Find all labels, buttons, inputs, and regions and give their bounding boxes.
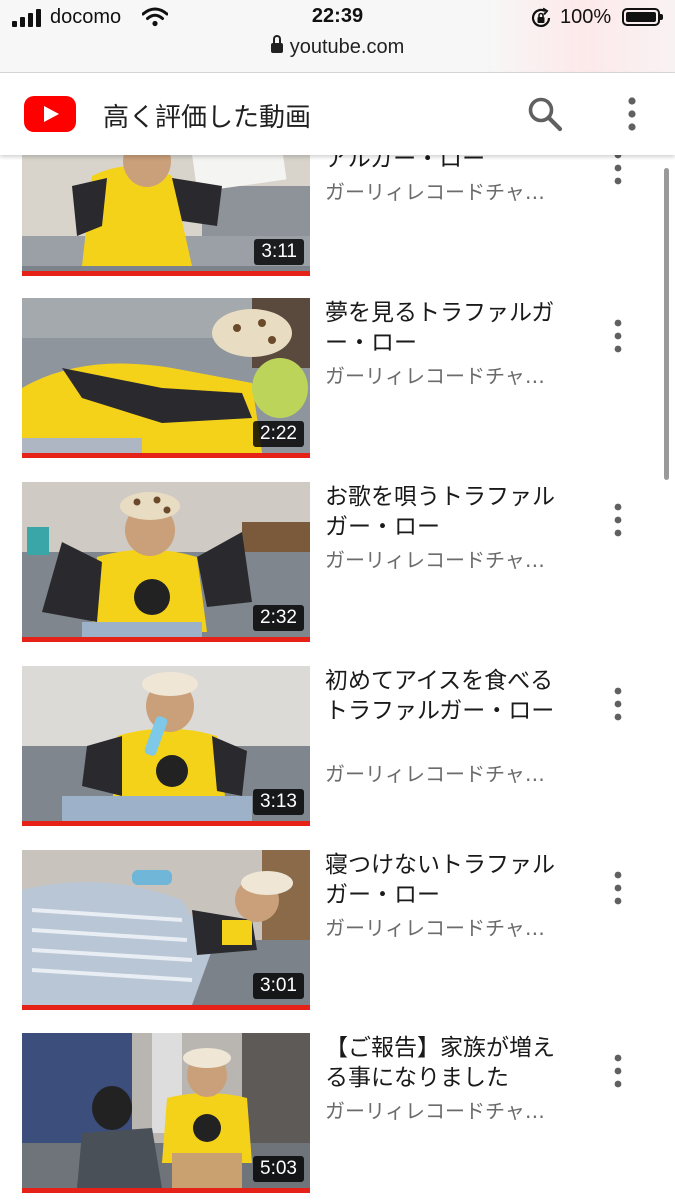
video-menu-icon[interactable] xyxy=(608,686,628,722)
video-title[interactable]: お歌を唄うトラファルガー・ロー xyxy=(325,482,565,542)
video-title[interactable]: 寝つけないトラファルガー・ロー xyxy=(325,850,565,910)
video-duration: 5:03 xyxy=(253,1156,304,1182)
app-header: 高く評価した動画 xyxy=(0,73,675,155)
padlock-icon xyxy=(270,35,283,54)
video-item[interactable]: 3:13 初めてアイスを食べるトラファルガー・ロー ガーリィレコードチャンネル xyxy=(0,666,660,826)
watch-progress-bar xyxy=(22,453,310,458)
youtube-logo-icon[interactable] xyxy=(24,96,76,132)
video-channel: ガーリィレコードチャンネル xyxy=(325,548,557,572)
video-item[interactable]: 2:22 夢を見るトラファルガー・ロー ガーリィレコードチャンネル xyxy=(0,298,660,458)
video-menu-icon[interactable] xyxy=(608,150,628,186)
video-item[interactable]: 2:32 お歌を唄うトラファルガー・ロー ガーリィレコードチャンネル xyxy=(0,482,660,642)
page-title: 高く評価した動画 xyxy=(103,103,312,133)
video-thumbnail[interactable]: 5:03 xyxy=(22,1033,310,1188)
video-duration: 2:22 xyxy=(253,421,304,447)
video-channel: ガーリィレコードチャンネル xyxy=(325,1099,557,1123)
video-channel: ガーリィレコードチャンネル xyxy=(325,916,557,940)
video-duration: 3:11 xyxy=(254,239,304,265)
video-thumbnail[interactable]: 3:13 xyxy=(22,666,310,821)
rotation-lock-icon xyxy=(531,7,551,27)
watch-progress-bar xyxy=(22,1188,310,1193)
vertical-dots-icon[interactable] xyxy=(618,93,646,135)
video-title[interactable]: 夢を見るトラファルガー・ロー xyxy=(325,298,565,358)
search-icon[interactable] xyxy=(526,95,564,133)
url-text[interactable]: youtube.com xyxy=(290,36,405,58)
video-item[interactable]: 5:03 【ご報告】家族が増える事になりました ガーリィレコードチャンネル xyxy=(0,1033,660,1193)
video-menu-icon[interactable] xyxy=(608,318,628,354)
status-bar: docomo 22:39 100% youtube.com xyxy=(0,0,675,73)
liked-videos-list: 3:11 アルガー・ロー ガーリィレコードチャンネル xyxy=(0,0,675,1200)
video-duration: 3:01 xyxy=(253,973,304,999)
watch-progress-bar xyxy=(22,637,310,642)
url-bar[interactable]: youtube.com xyxy=(0,35,675,59)
video-item[interactable]: 3:01 寝つけないトラファルガー・ロー ガーリィレコードチャンネル xyxy=(0,850,660,1010)
watch-progress-bar xyxy=(22,271,310,276)
video-duration: 2:32 xyxy=(253,605,304,631)
youtube-mobile-screen: 3:11 アルガー・ロー ガーリィレコードチャンネル xyxy=(0,0,675,1200)
video-menu-icon[interactable] xyxy=(608,870,628,906)
video-thumbnail[interactable]: 2:22 xyxy=(22,298,310,453)
video-duration: 3:13 xyxy=(253,789,304,815)
video-channel: ガーリィレコードチャンネル xyxy=(325,180,557,204)
video-channel: ガーリィレコードチャンネル xyxy=(325,762,557,786)
watch-progress-bar xyxy=(22,821,310,826)
video-thumbnail[interactable]: 2:32 xyxy=(22,482,310,637)
video-thumbnail[interactable]: 3:01 xyxy=(22,850,310,1005)
scrollbar[interactable] xyxy=(664,168,669,480)
battery-icon xyxy=(622,8,663,26)
video-menu-icon[interactable] xyxy=(608,502,628,538)
video-channel: ガーリィレコードチャンネル xyxy=(325,364,557,388)
watch-progress-bar xyxy=(22,1005,310,1010)
video-menu-icon[interactable] xyxy=(608,1053,628,1089)
video-title[interactable]: 【ご報告】家族が増える事になりました xyxy=(325,1033,565,1093)
video-title[interactable]: 初めてアイスを食べるトラファルガー・ロー xyxy=(325,666,565,726)
battery-percentage: 100% xyxy=(560,6,612,28)
